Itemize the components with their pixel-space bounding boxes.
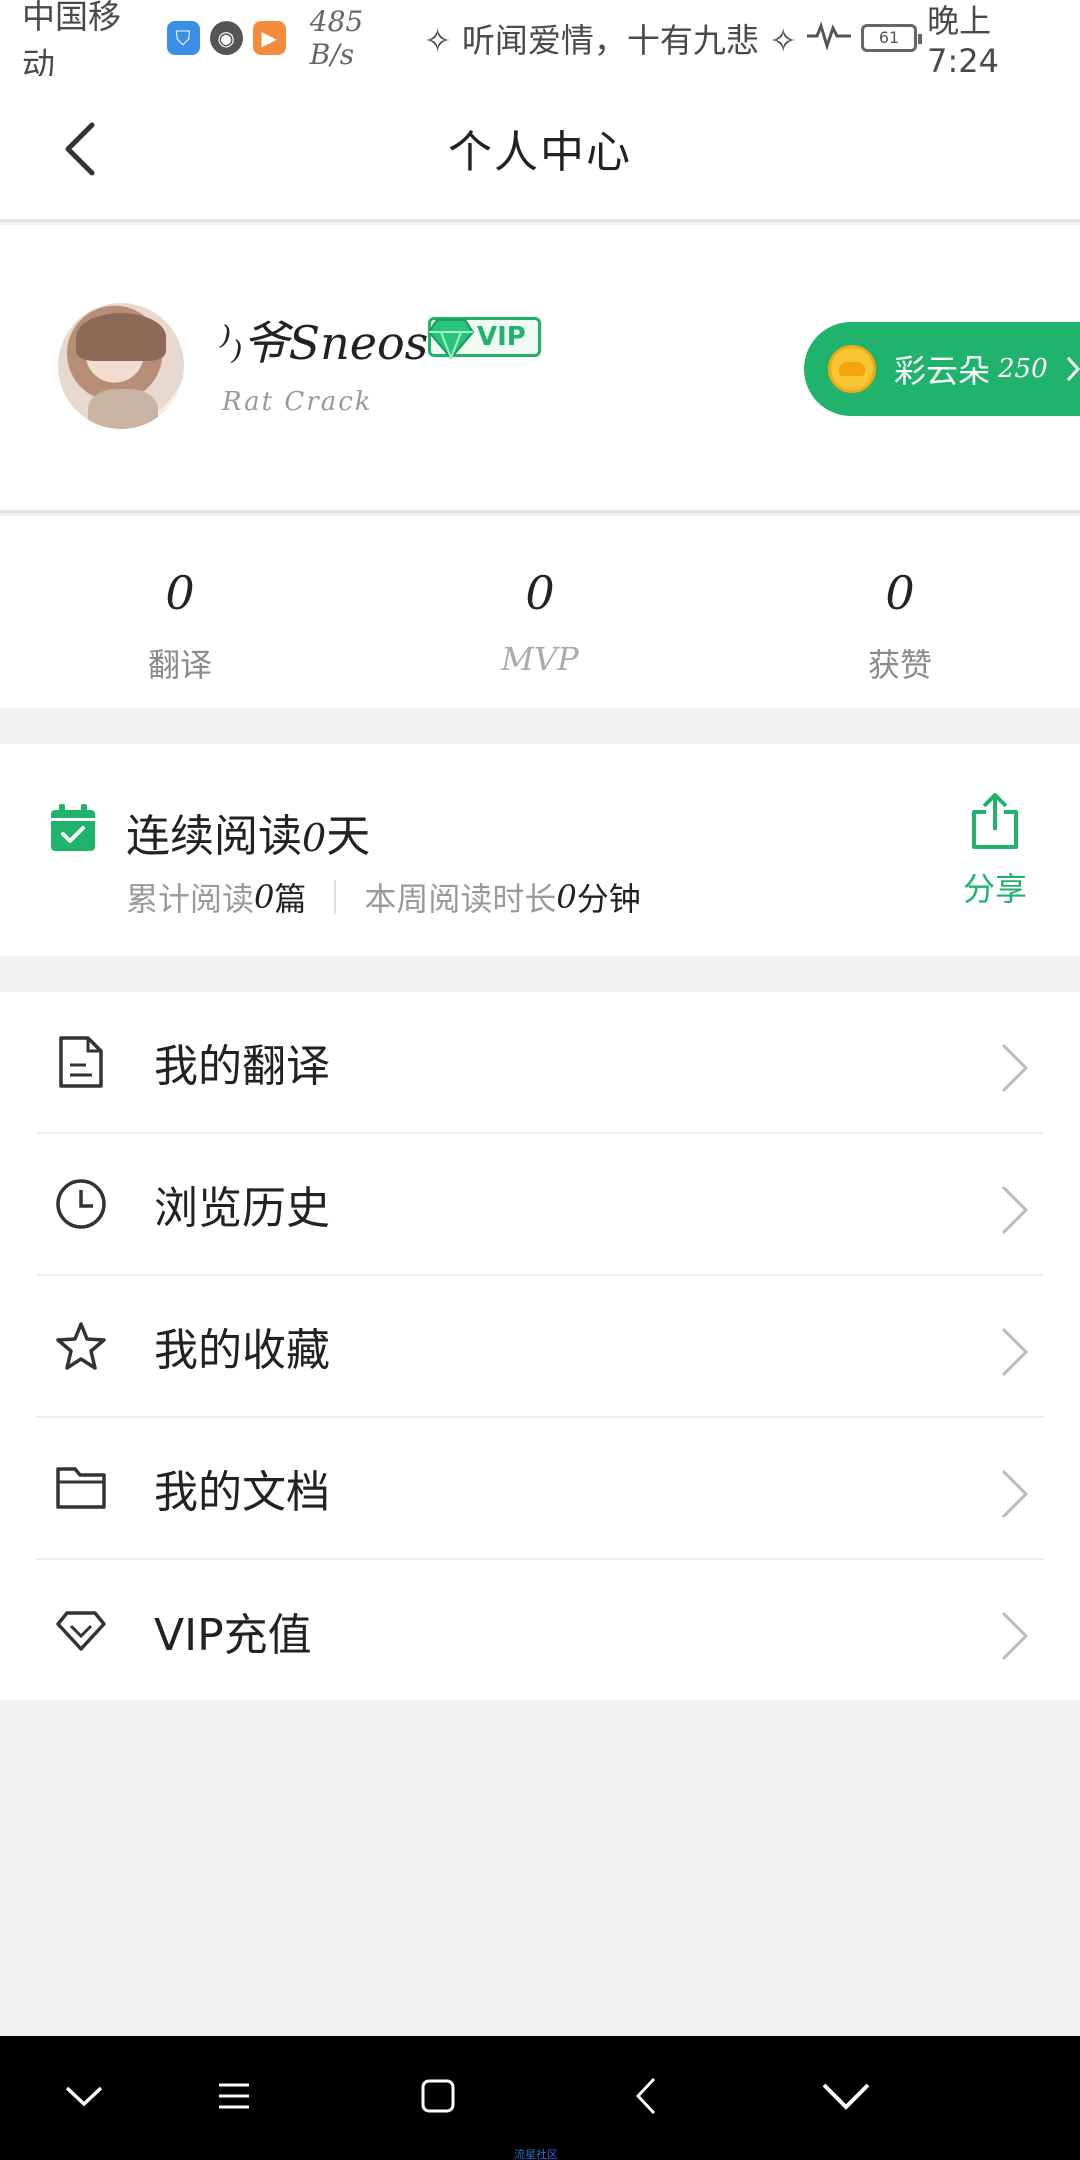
streak-days: 0 <box>302 816 327 860</box>
chevron-right-icon <box>1066 356 1080 382</box>
share-icon <box>972 793 1018 849</box>
globe-icon: ◉ <box>209 21 243 55</box>
total-read-count: 0 <box>254 878 275 916</box>
menu-item-favorites[interactable]: 我的收藏 <box>36 1276 1044 1418</box>
gem-icon <box>427 319 475 361</box>
status-bar: 中国移动 ⛉ ◉ ▶ 485 B/s ✧ 听闻爱情，十有九悲 ✧ 61 晚上7:… <box>0 0 1080 84</box>
week-read-suffix: 分钟 <box>576 880 641 918</box>
reading-streak-title: 连续阅读0天 <box>126 800 370 864</box>
nav-collapse-button[interactable] <box>816 2066 876 2126</box>
system-nav-bar <box>0 2036 1080 2160</box>
music-ticker: ✧ 听闻爱情，十有九悲 ✧ <box>423 21 797 60</box>
week-read-minutes: 0 <box>556 878 577 916</box>
folder-icon <box>50 1457 112 1519</box>
stat-mvp[interactable]: 0 MVP <box>360 516 720 708</box>
chevron-right-icon <box>1001 1043 1029 1093</box>
menu-label: 我的收藏 <box>154 1325 330 1376</box>
play-icon: ▶ <box>252 21 286 55</box>
pulse-icon <box>806 19 851 58</box>
chevron-down-icon <box>65 2086 103 2107</box>
menu-label: 我的文档 <box>154 1467 330 1518</box>
cloud-label: 彩云朵 <box>894 352 991 390</box>
menu-label: 浏览历史 <box>154 1183 330 1234</box>
chevron-right-icon <box>1001 1469 1029 1519</box>
cloud-coin-icon <box>828 345 876 393</box>
week-read-prefix: 本周阅读时长 <box>364 880 557 918</box>
streak-prefix: 连续阅读 <box>126 811 302 862</box>
clock-icon <box>50 1173 112 1235</box>
user-subtitle: Rat Crack <box>222 387 373 417</box>
menu-list: 我的翻译 浏览历史 我的收藏 我的文档 VIP充值 <box>0 992 1080 1700</box>
total-read-prefix: 累计阅读 <box>126 880 255 918</box>
stat-label: MVP <box>501 640 579 678</box>
profile-card: ⁾₎爷Sneos VIP Rat Crack 彩云朵 250 <box>0 225 1080 513</box>
document-icon <box>50 1031 112 1093</box>
username: ⁾₎爷Sneos <box>220 316 429 370</box>
menu-icon <box>219 2083 249 2109</box>
page-title: 个人中心 <box>448 126 632 178</box>
chevron-down-icon <box>822 2083 870 2110</box>
square-icon <box>421 2079 455 2113</box>
watermark-text: 流星社区 <box>514 2148 558 2160</box>
streak-suffix: 天 <box>326 811 371 862</box>
vip-badge: VIP <box>427 317 541 361</box>
chevron-left-icon <box>65 122 95 176</box>
star-icon <box>50 1315 112 1377</box>
cloud-points-button[interactable]: 彩云朵 250 <box>804 322 1080 416</box>
total-read-suffix: 篇 <box>274 880 307 918</box>
carrier-text: 中国移动 <box>22 0 121 84</box>
chevron-right-icon <box>1001 1611 1029 1661</box>
reading-summary: 累计阅读 0 篇 本周阅读时长 0 分钟 <box>126 874 641 920</box>
diamond-icon <box>50 1600 112 1662</box>
nav-home-button[interactable] <box>408 2066 468 2126</box>
stat-label: 翻译 <box>147 646 212 684</box>
share-button[interactable]: 分享 <box>950 792 1040 910</box>
stat-likes[interactable]: 0 获赞 <box>720 516 1080 708</box>
stat-value: 0 <box>885 566 915 620</box>
stat-value: 0 <box>165 566 195 620</box>
back-button[interactable] <box>50 116 110 182</box>
menu-label: VIP充值 <box>154 1610 312 1661</box>
menu-label: 我的翻译 <box>154 1041 330 1092</box>
reading-card: 连续阅读0天 累计阅读 0 篇 本周阅读时长 0 分钟 分享 <box>0 744 1080 956</box>
menu-item-my-translations[interactable]: 我的翻译 <box>36 992 1044 1134</box>
chevron-right-icon <box>1001 1185 1029 1235</box>
chevron-left-icon <box>635 2077 656 2115</box>
shield-icon: ⛉ <box>166 21 200 55</box>
avatar[interactable] <box>58 303 184 429</box>
nav-hide-button[interactable] <box>54 2066 114 2126</box>
menu-item-my-documents[interactable]: 我的文档 <box>36 1418 1044 1560</box>
stat-label: 获赞 <box>867 646 932 684</box>
cloud-count: 250 <box>998 354 1048 384</box>
clock-text: 晚上7:24 <box>927 2 999 80</box>
menu-item-browse-history[interactable]: 浏览历史 <box>36 1134 1044 1276</box>
stat-translations[interactable]: 0 翻译 <box>0 516 360 708</box>
calendar-check-icon <box>51 804 95 851</box>
vip-label: VIP <box>477 322 526 352</box>
header: 个人中心 <box>0 76 1080 222</box>
share-label: 分享 <box>962 870 1027 908</box>
menu-item-vip-recharge[interactable]: VIP充值 <box>36 1560 1044 1702</box>
network-speed: 485 B/s <box>309 5 364 71</box>
battery-icon: 61 <box>860 24 923 52</box>
nav-menu-button[interactable] <box>204 2066 264 2126</box>
stat-value: 0 <box>525 566 555 620</box>
chevron-right-icon <box>1001 1327 1029 1377</box>
nav-back-button[interactable] <box>616 2066 676 2126</box>
divider <box>334 880 337 914</box>
stats-row: 0 翻译 0 MVP 0 获赞 <box>0 516 1080 708</box>
